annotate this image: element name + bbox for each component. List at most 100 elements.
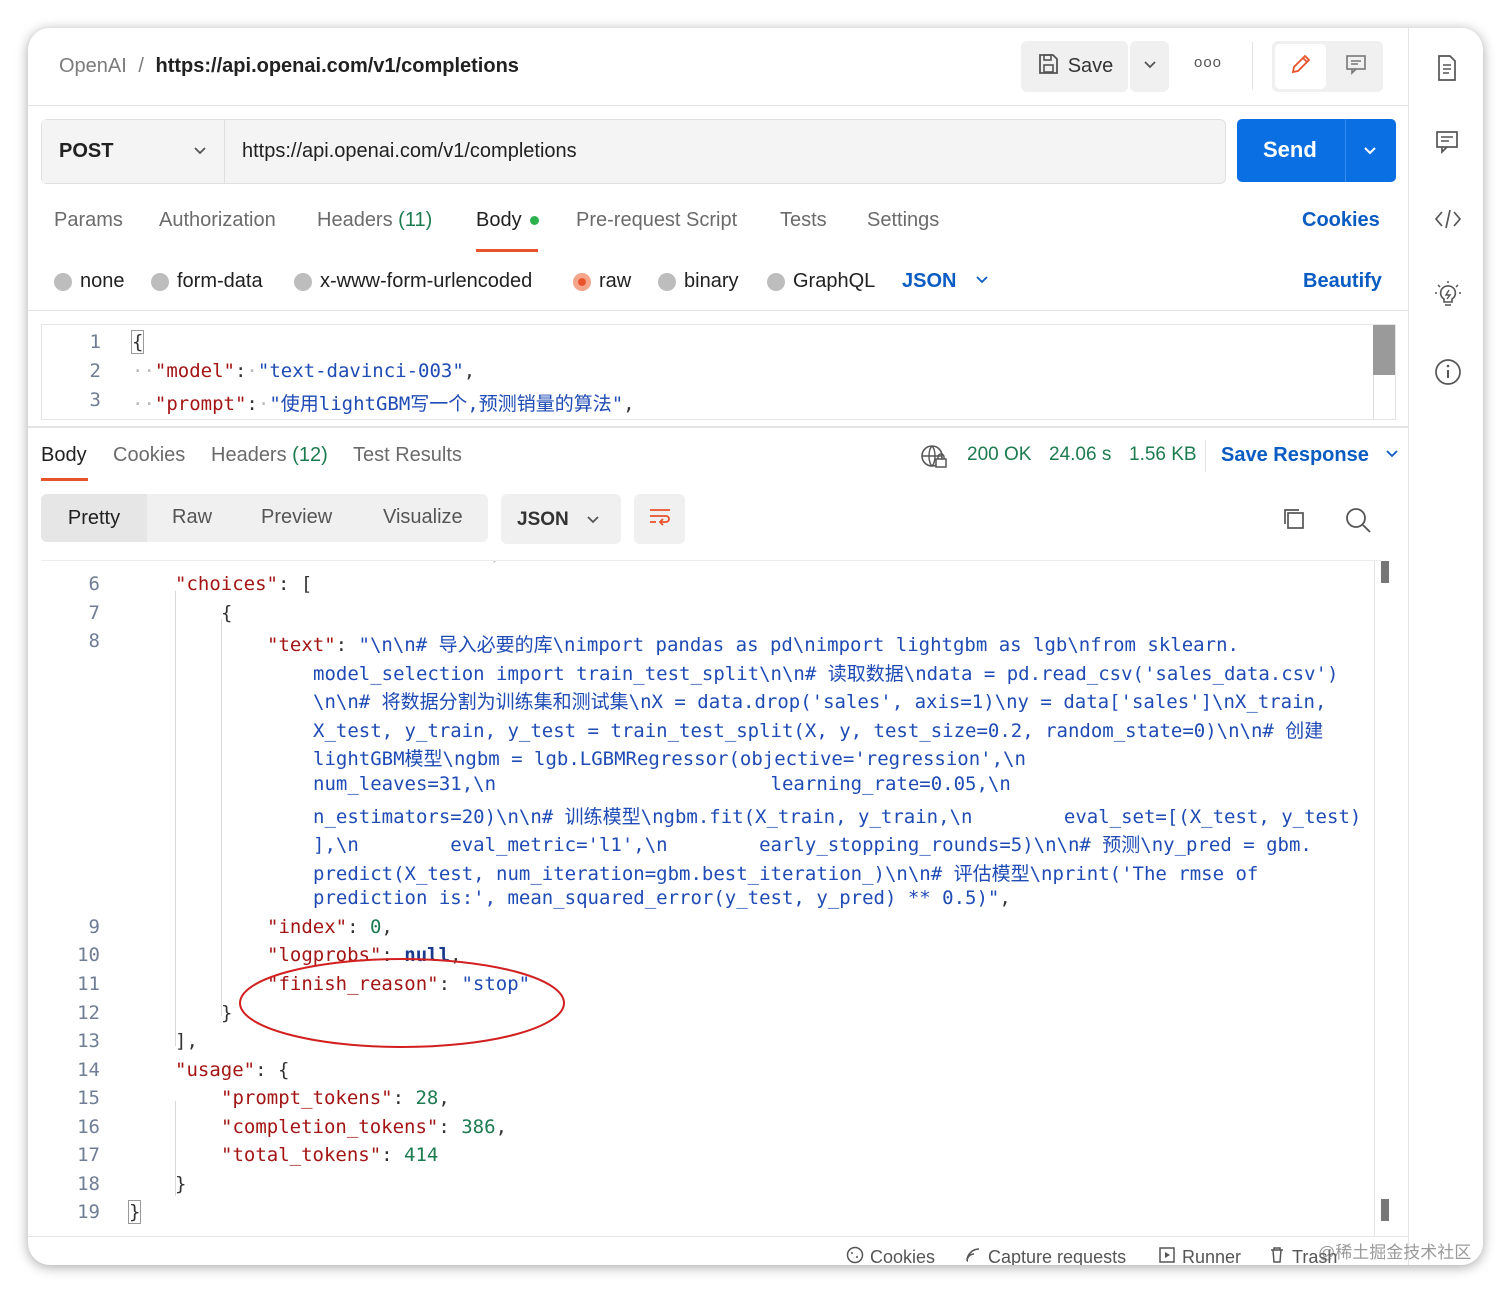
response-tab-body[interactable]: Body xyxy=(41,444,87,467)
radio-form-data[interactable]: form-data xyxy=(151,270,263,293)
save-response-label: Save Response xyxy=(1221,444,1369,466)
body-status-dot xyxy=(530,216,540,226)
response-line-brace: { xyxy=(221,602,233,624)
view-preview-button[interactable]: Preview xyxy=(261,506,332,529)
radio-dot xyxy=(658,272,676,291)
tab-params[interactable]: Params xyxy=(54,209,123,232)
view-visualize-button[interactable]: Visualize xyxy=(383,506,463,529)
radio-urlencoded[interactable]: x-www-form-urlencoded xyxy=(294,270,532,293)
clipped-line: 5 "model": "text-davinci-003", xyxy=(78,561,501,565)
tab-tests[interactable]: Tests xyxy=(780,209,827,232)
radio-none[interactable]: none xyxy=(54,270,125,293)
json-string: "text-davinci-003" xyxy=(257,360,464,382)
line-number: 16 xyxy=(77,1116,100,1138)
request-name[interactable]: https://api.openai.com/v1/completions xyxy=(156,55,519,77)
breadcrumb: OpenAI / https://api.openai.com/v1/compl… xyxy=(59,55,519,78)
tab-body-underline xyxy=(476,249,538,252)
save-button[interactable]: Save xyxy=(1021,41,1128,92)
tab-body-label: Body xyxy=(476,209,522,231)
send-divider xyxy=(1345,119,1346,182)
line-number: 2 xyxy=(89,360,101,382)
text-continuation: num_leaves=31,\n learning_rate=0.05,\n xyxy=(313,773,1011,795)
response-tab-test-results[interactable]: Test Results xyxy=(353,444,462,467)
tab-authorization[interactable]: Authorization xyxy=(159,209,276,232)
editor-scrollbar-track xyxy=(1373,375,1395,419)
tab-headers-count: (11) xyxy=(398,209,433,231)
wrap-lines-button[interactable] xyxy=(634,494,685,544)
text-continuation: ],\n eval_metric='l1',\n early_stopping_… xyxy=(313,834,1312,856)
more-options-button[interactable]: ooo xyxy=(1188,54,1228,78)
workspace-name[interactable]: OpenAI xyxy=(59,55,127,77)
view-raw-button[interactable]: Raw xyxy=(172,506,212,529)
tab-headers[interactable]: Headers (11) xyxy=(317,209,432,232)
line-number: 18 xyxy=(77,1173,100,1195)
edit-mode-button[interactable] xyxy=(1275,44,1326,89)
tab-pre-request-script[interactable]: Pre-request Script xyxy=(576,209,737,232)
header-divider-line xyxy=(28,105,1408,106)
radio-binary[interactable]: binary xyxy=(658,270,738,293)
request-body-editor[interactable]: 1 2 3 { ··"model":·"text-davinci-003", ·… xyxy=(41,324,1396,420)
response-scrollbar-bottom[interactable] xyxy=(1381,1199,1389,1221)
footer-cookies[interactable]: Cookies xyxy=(846,1246,935,1265)
info-icon[interactable] xyxy=(1434,358,1461,385)
text-continuation-last: prediction is:', mean_squared_error(y_te… xyxy=(313,887,1011,909)
response-headers-count: (12) xyxy=(292,444,328,466)
search-icon[interactable] xyxy=(1344,506,1372,539)
send-button[interactable]: Send xyxy=(1237,119,1396,182)
beautify-link[interactable]: Beautify xyxy=(1303,270,1382,293)
radio-dot xyxy=(767,272,785,291)
view-mode-group: Pretty Raw Preview Visualize xyxy=(41,494,488,542)
response-tab-headers[interactable]: Headers (12) xyxy=(211,444,328,467)
text-continuation: model_selection import train_test_split\… xyxy=(313,663,1339,685)
response-status[interactable]: 200 OK xyxy=(967,444,1031,466)
editor-resize-divider[interactable] xyxy=(28,426,1408,428)
response-tab-body-underline xyxy=(41,478,88,481)
editor-scrollbar[interactable] xyxy=(1373,325,1395,375)
radio-raw-label: raw xyxy=(599,270,632,292)
globe-lock-icon[interactable] xyxy=(920,444,948,475)
line-number: 9 xyxy=(88,916,100,938)
response-line-usage: "usage": { xyxy=(175,1059,290,1081)
save-response-button[interactable]: Save Response xyxy=(1221,444,1400,467)
json-number: 0 xyxy=(369,916,382,938)
method-select[interactable]: POST xyxy=(42,120,225,183)
response-body-viewer[interactable]: 5 "model": "text-davinci-003", 6 "choice… xyxy=(28,561,1395,1236)
request-line-model: ··"model":·"text-davinci-003", xyxy=(132,360,476,382)
response-line-completion-tokens: "completion_tokens": 386, xyxy=(221,1116,508,1138)
runner-icon xyxy=(1158,1246,1176,1265)
footer-capture-requests[interactable]: Capture requests xyxy=(964,1246,1126,1265)
footer-divider xyxy=(28,1236,1408,1237)
copy-icon[interactable] xyxy=(1281,506,1307,537)
tab-body[interactable]: Body xyxy=(476,209,540,232)
document-icon[interactable] xyxy=(1434,54,1460,81)
response-format-label: JSON xyxy=(517,509,569,530)
code-icon[interactable] xyxy=(1434,206,1462,232)
response-tab-cookies[interactable]: Cookies xyxy=(113,444,185,467)
cookies-link[interactable]: Cookies xyxy=(1302,209,1380,232)
chevron-down-icon xyxy=(585,511,601,532)
lightbulb-icon[interactable] xyxy=(1434,280,1461,306)
tab-headers-label: Headers xyxy=(317,209,393,231)
response-size[interactable]: 1.56 KB xyxy=(1129,444,1197,466)
save-label: Save xyxy=(1067,55,1114,77)
body-format-select[interactable]: JSON xyxy=(902,270,990,293)
comment-icon[interactable] xyxy=(1434,129,1460,155)
radio-graphql[interactable]: GraphQL xyxy=(767,270,875,293)
save-options-dropdown[interactable] xyxy=(1130,41,1169,92)
line-number: 6 xyxy=(88,573,100,595)
radio-raw[interactable]: raw xyxy=(573,270,631,293)
chevron-down-icon xyxy=(1142,56,1158,77)
view-pretty-button[interactable]: Pretty xyxy=(41,494,147,542)
footer-runner[interactable]: Runner xyxy=(1158,1246,1241,1265)
url-input[interactable] xyxy=(225,120,1215,183)
response-format-select[interactable]: JSON xyxy=(501,494,621,544)
comment-mode-button[interactable] xyxy=(1330,44,1381,89)
tab-settings[interactable]: Settings xyxy=(867,209,939,232)
text-continuation: \n\n# 将数据分割为训练集和测试集\nX = data.drop('sale… xyxy=(313,691,1327,713)
json-key: "choices" xyxy=(175,573,278,595)
response-scrollbar-top[interactable] xyxy=(1381,561,1389,583)
indent-guide xyxy=(175,591,176,1046)
pencil-icon xyxy=(1289,52,1313,81)
send-options-chevron-icon[interactable] xyxy=(1362,142,1378,163)
response-time[interactable]: 24.06 s xyxy=(1049,444,1111,466)
